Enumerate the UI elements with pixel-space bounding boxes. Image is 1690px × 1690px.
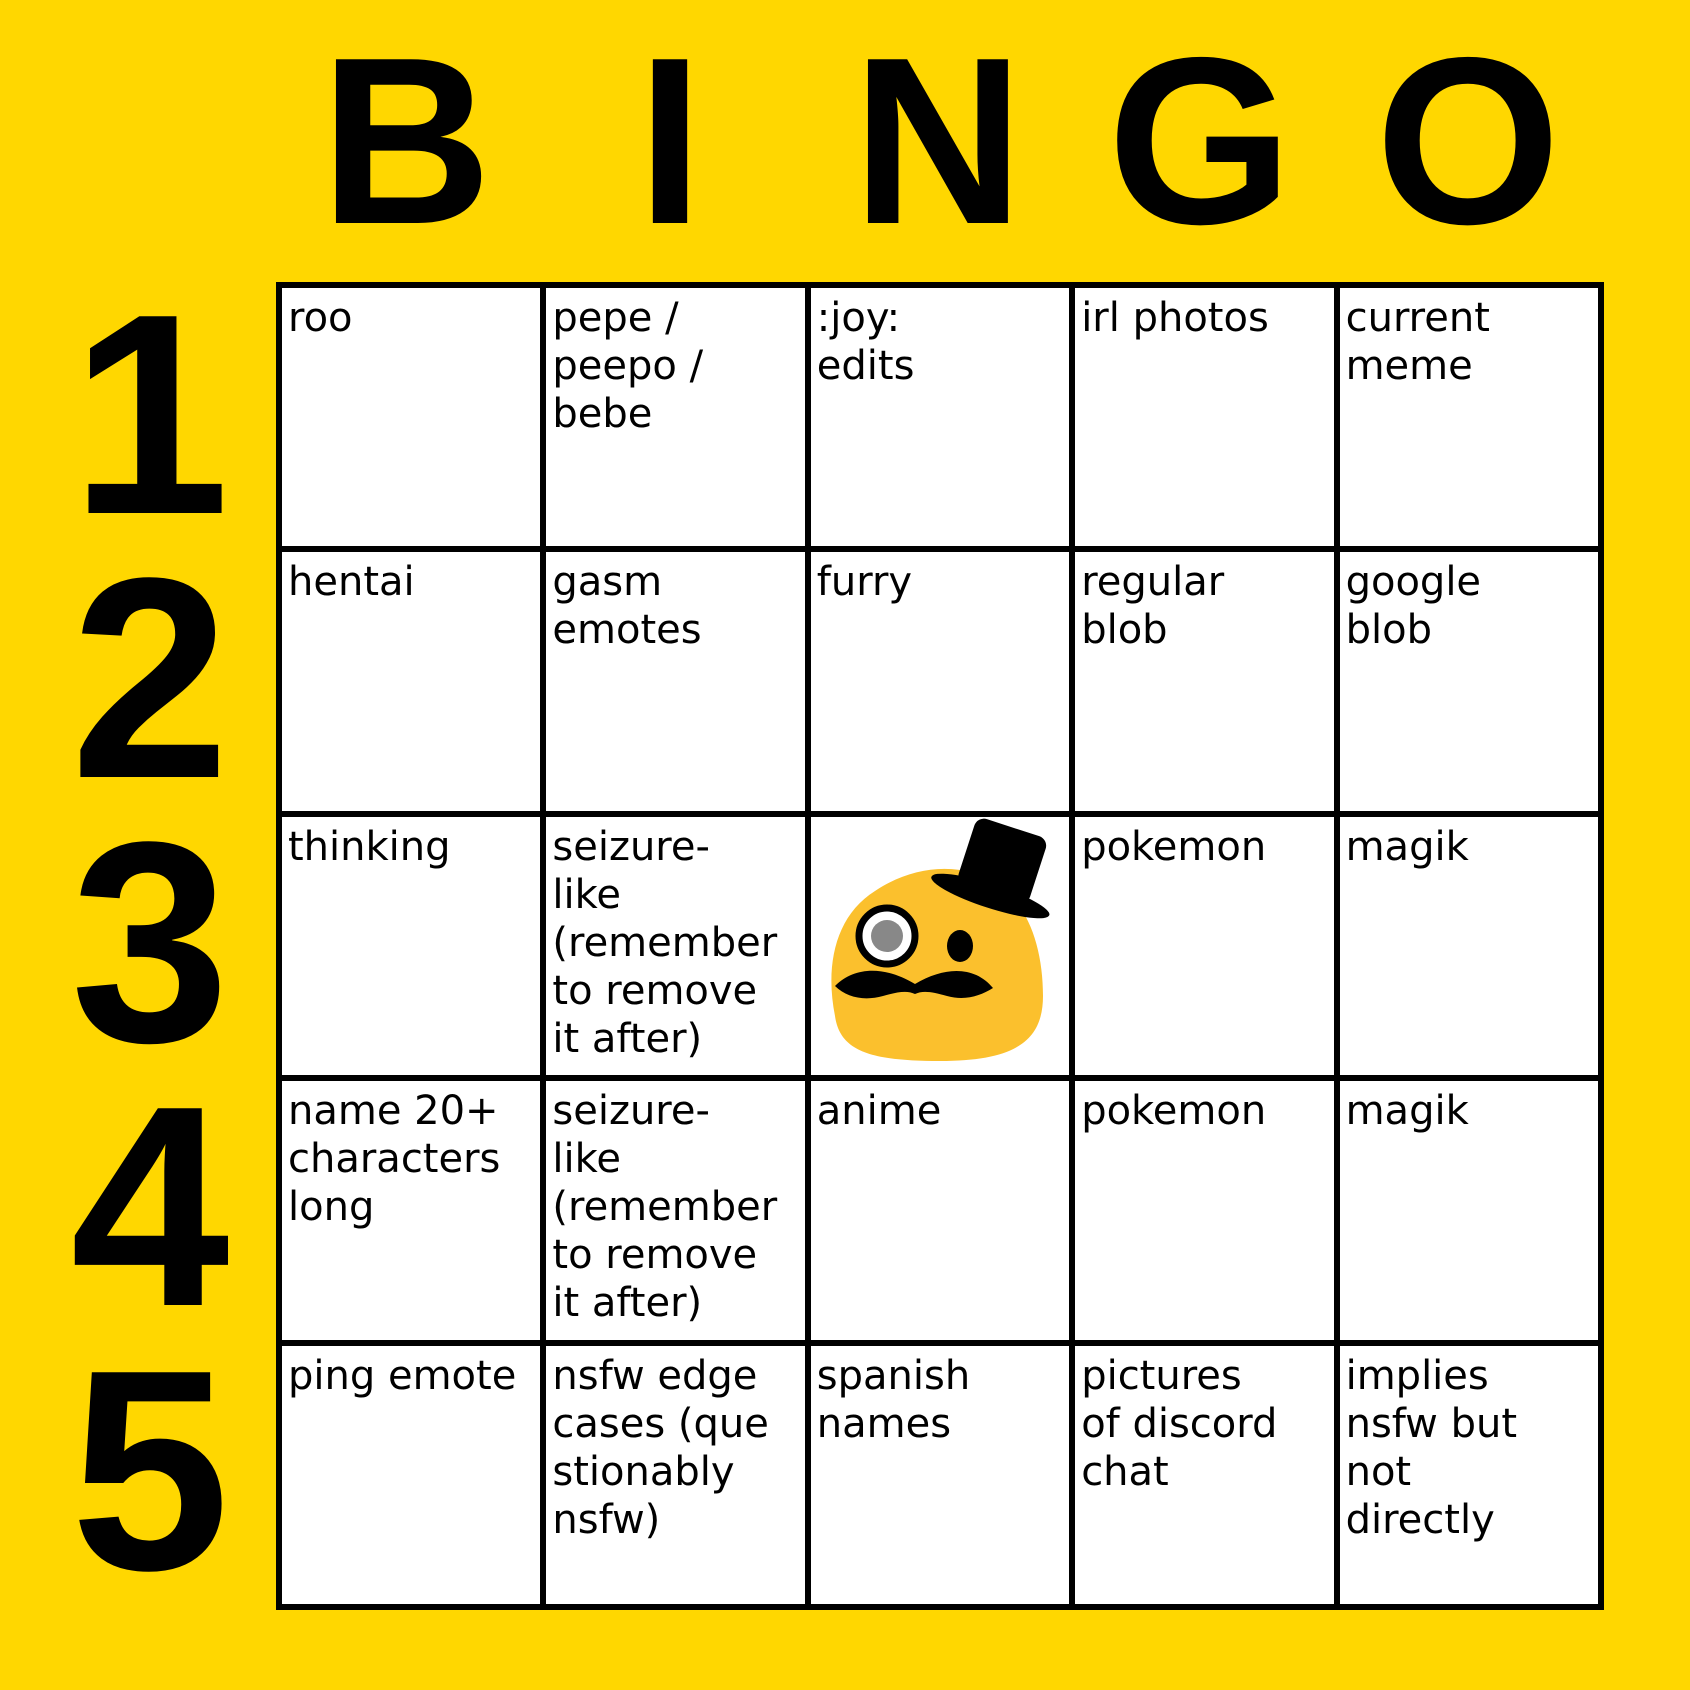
bingo-cell[interactable]: gasm emotes <box>543 549 808 814</box>
bingo-cell[interactable]: pokemon <box>1072 1078 1337 1343</box>
bingo-cell[interactable]: google blob <box>1336 549 1601 814</box>
header-letter-i: I <box>636 9 704 274</box>
bingo-cell[interactable]: ping emote <box>279 1342 544 1607</box>
bingo-cell[interactable]: seizure- like (remember to remove it aft… <box>543 813 808 1079</box>
bingo-cell[interactable]: name 20+ characters long <box>279 1078 544 1343</box>
bingo-cell[interactable]: magik <box>1336 1078 1601 1343</box>
bingo-cell[interactable]: regular blob <box>1072 549 1337 814</box>
bingo-cell[interactable]: current meme <box>1336 285 1601 550</box>
bingo-cell[interactable]: roo <box>279 285 544 550</box>
monocle-blob-emoji-icon <box>831 818 1050 1061</box>
bingo-cell[interactable]: implies nsfw but not directly <box>1336 1342 1601 1607</box>
header-letter-n: N <box>852 9 1024 274</box>
free-space-cell[interactable] <box>807 813 1073 1079</box>
row-number-5: 5 <box>70 1310 230 1630</box>
bingo-cell[interactable]: furry <box>807 549 1073 814</box>
bingo-board: roo pepe / peepo / bebe :joy: edits irl … <box>276 282 1604 1610</box>
bingo-cell[interactable]: pepe / peepo / bebe <box>543 285 808 550</box>
bingo-cell[interactable]: pictures of discord chat <box>1072 1342 1337 1607</box>
bingo-cell[interactable]: thinking <box>279 813 544 1079</box>
bingo-cell[interactable]: spanish names <box>807 1342 1073 1607</box>
bingo-cell[interactable]: irl photos <box>1072 285 1337 550</box>
bingo-cell[interactable]: hentai <box>279 549 544 814</box>
bingo-cell[interactable]: magik <box>1336 813 1601 1079</box>
row-number-3: 3 <box>70 782 230 1102</box>
header-letter-o: O <box>1375 9 1561 274</box>
row-number-2: 2 <box>70 518 230 838</box>
row-number-1: 1 <box>70 254 230 574</box>
bingo-cell[interactable]: pokemon <box>1072 813 1337 1079</box>
bingo-cell[interactable]: :joy: edits <box>807 285 1073 550</box>
header-letter-b: B <box>320 9 492 274</box>
row-number-4: 4 <box>70 1046 230 1366</box>
bingo-cell[interactable]: anime <box>807 1078 1073 1343</box>
header-letter-g: G <box>1107 9 1293 274</box>
bingo-cell[interactable]: nsfw edge cases (que stionably nsfw) <box>543 1342 808 1607</box>
bingo-cell[interactable]: seizure- like (remember to remove it aft… <box>543 1078 808 1343</box>
